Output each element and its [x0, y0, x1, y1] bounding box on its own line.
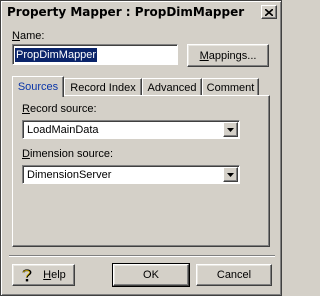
tab-record-index-label: Record Index — [70, 81, 136, 94]
separator — [9, 255, 275, 257]
mappings-button[interactable]: Mappings... — [187, 44, 269, 67]
help-label: Help — [43, 269, 66, 281]
close-button[interactable] — [261, 5, 277, 19]
mappings-label: Mappings... — [199, 49, 257, 62]
tab-comment-label: Comment — [206, 81, 255, 94]
dimension-source-select[interactable]: DimensionServer — [22, 165, 240, 184]
name-label: Name: — [12, 30, 45, 42]
window-title: Property Mapper : PropDimMapper — [7, 5, 245, 19]
record-source-select[interactable]: LoadMainData — [22, 120, 240, 139]
tab-record-index[interactable]: Record Index — [64, 78, 142, 96]
record-source-label: Record source: — [22, 103, 97, 115]
tab-advanced-label: Advanced — [147, 81, 197, 94]
help-button[interactable]: Help — [12, 264, 75, 286]
title-bar[interactable]: Property Mapper : PropDimMapper — [3, 3, 279, 23]
record-source-dropdown-button[interactable] — [223, 122, 238, 137]
dimension-source-value: DimensionServer — [27, 169, 112, 181]
tab-comment[interactable]: Comment — [202, 78, 259, 96]
record-source-value: LoadMainData — [27, 124, 99, 136]
dimension-source-label: Dimension source: — [22, 148, 114, 160]
name-value: PropDimMapper — [15, 48, 98, 62]
ok-button[interactable]: OK — [112, 263, 190, 287]
tab-advanced[interactable]: Advanced — [142, 78, 202, 96]
dimension-source-dropdown-button[interactable] — [223, 167, 238, 182]
tab-sources[interactable]: Sources — [12, 76, 64, 97]
tab-sources-label: Sources — [17, 81, 59, 93]
name-input[interactable]: PropDimMapper — [12, 44, 178, 65]
help-icon — [22, 269, 32, 282]
cancel-button[interactable]: Cancel — [196, 264, 272, 286]
ok-label: OK — [143, 269, 159, 281]
property-mapper-dialog: Property Mapper : PropDimMapper Name: Pr… — [0, 0, 282, 296]
chevron-down-icon — [227, 172, 234, 177]
close-icon — [265, 8, 273, 16]
chevron-down-icon — [227, 127, 234, 132]
cancel-label: Cancel — [216, 269, 252, 281]
